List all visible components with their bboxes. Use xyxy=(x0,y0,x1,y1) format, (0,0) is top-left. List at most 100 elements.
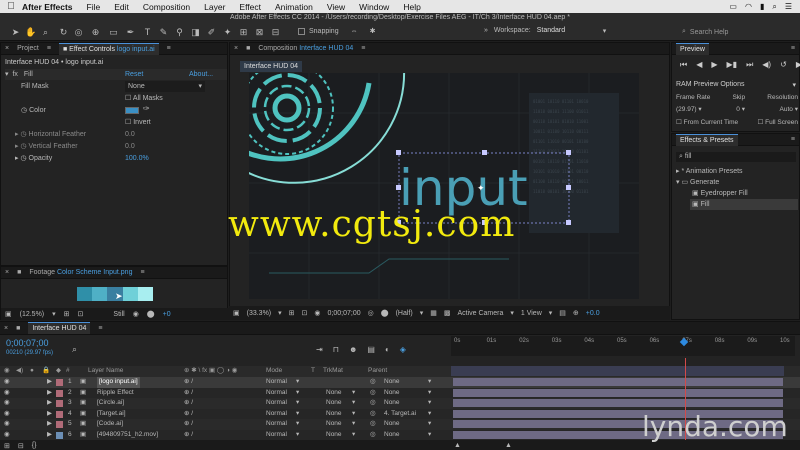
all-masks-checkbox[interactable]: ☐ All Masks xyxy=(125,93,163,104)
chevron-down-icon[interactable]: ▾ xyxy=(278,309,282,317)
expand-layer-icon[interactable]: ▶ xyxy=(47,419,52,430)
shy-icon[interactable]: ☻ xyxy=(349,345,357,354)
fit-icon[interactable]: ⊡ xyxy=(302,309,308,317)
visibility-eye-icon[interactable]: ◉ xyxy=(4,377,10,388)
camera-tool-icon[interactable]: ◎ xyxy=(73,27,84,38)
viewer-icon[interactable]: ▣ xyxy=(233,309,240,317)
time-ruler[interactable]: 0s01s02s03s04s05s06s07s08s09s10s xyxy=(451,336,795,356)
layer-duration-bar[interactable] xyxy=(453,399,783,407)
resolution-select[interactable]: Auto ▾ xyxy=(780,105,798,113)
pickwhip-icon[interactable]: ◎ xyxy=(370,419,376,430)
workspace-toggle-icon[interactable]: » xyxy=(484,27,488,35)
motion-blur-icon[interactable]: ◐ xyxy=(385,345,390,354)
close-icon[interactable]: × xyxy=(5,45,9,52)
eyedropper-icon[interactable]: ✑ xyxy=(143,104,150,113)
menu-animation[interactable]: Animation xyxy=(275,2,313,12)
layer-mode-select[interactable]: Normal xyxy=(266,430,287,441)
comp-flowchart-tab[interactable]: Interface HUD 04 xyxy=(240,61,303,72)
toggle-switches-icon[interactable]: ⊞ xyxy=(4,442,10,450)
animation-presets-folder[interactable]: ▸ * Animation Presets xyxy=(676,166,743,177)
chevron-down-icon-3[interactable]: ▾ xyxy=(510,309,514,317)
roto-brush-tool-icon[interactable]: ✐ xyxy=(206,27,217,38)
comp-mini-flowchart-icon[interactable]: ⇥ xyxy=(316,345,323,354)
menu-help[interactable]: Help xyxy=(403,2,420,12)
layer-mode-select[interactable]: Normal xyxy=(266,377,287,388)
panel-menu-icon[interactable]: ≡ xyxy=(791,136,799,143)
frame-blending-icon[interactable]: ▤ xyxy=(367,345,375,354)
brush-tool-icon[interactable]: ✎ xyxy=(158,27,169,38)
generate-folder[interactable]: ▾ ▭ Generate xyxy=(676,177,719,188)
comp-view-layout[interactable]: 1 View xyxy=(521,310,542,317)
region-icon[interactable]: ▦ xyxy=(430,309,437,317)
layer-name[interactable]: [Code.ai] xyxy=(97,419,123,430)
toggle-modes-icon[interactable]: ⊟ xyxy=(18,442,24,450)
local-axis-icon[interactable]: ⊞ xyxy=(238,27,249,38)
layer-switches[interactable]: ⊕ / xyxy=(184,430,193,441)
layer-mode-select[interactable]: Normal xyxy=(266,398,287,409)
vertical-feather-property[interactable]: ▸ ◷ Vertical Feather xyxy=(15,141,78,152)
channel-icon[interactable]: ⬤ xyxy=(381,309,389,317)
graph-editor-icon[interactable]: ◈ xyxy=(400,345,406,354)
chevron-down-icon[interactable]: ▾ xyxy=(428,409,431,420)
comp-timecode[interactable]: 0;00;07;00 xyxy=(328,310,361,317)
label-color-swatch[interactable] xyxy=(56,431,63,439)
chevron-down-icon[interactable]: ▾ xyxy=(352,409,355,420)
wifi-icon[interactable]: ◠ xyxy=(745,2,752,12)
panel-menu-icon[interactable]: ≡ xyxy=(47,45,51,52)
toggle-inout-icon[interactable]: {} xyxy=(32,442,37,449)
layer-mode-select[interactable]: Normal xyxy=(266,388,287,399)
horizontal-feather-property[interactable]: ▸ ◷ Horizontal Feather xyxy=(15,129,86,140)
expand-layer-icon[interactable]: ▶ xyxy=(47,430,52,441)
airplay-icon[interactable]: ▭ xyxy=(729,2,737,12)
app-menu[interactable]: After Effects xyxy=(22,2,73,12)
layer-parent-select[interactable]: None xyxy=(384,388,400,399)
pickwhip-icon[interactable]: ◎ xyxy=(370,398,376,409)
chevron-down-icon[interactable]: ▾ xyxy=(428,398,431,409)
layer-name[interactable]: [Circle.ai] xyxy=(97,398,124,409)
puppet-tool-icon[interactable]: ✦ xyxy=(222,27,233,38)
eraser-tool-icon[interactable]: ◨ xyxy=(190,27,201,38)
snapping-options-icon[interactable]: ⇔ xyxy=(351,28,358,35)
notifications-icon[interactable]: ☰ xyxy=(785,2,792,12)
tab-effects-presets[interactable]: Effects & Presets xyxy=(676,133,738,146)
reset-link[interactable]: Reset xyxy=(125,69,143,80)
zoom-tool-icon[interactable]: ⌕ xyxy=(40,27,51,38)
menu-file[interactable]: File xyxy=(87,2,101,12)
visibility-eye-icon[interactable]: ◉ xyxy=(4,430,10,441)
rotate-tool-icon[interactable]: ↻ xyxy=(58,27,69,38)
chevron-down-icon[interactable]: ▾ xyxy=(428,419,431,430)
layer-row[interactable]: ◉ ▶ 3 ▣ [Circle.ai] ⊕ / Normal ▾ None ▾ ◎ None ▾ xyxy=(0,398,800,409)
fx-badge[interactable]: fx xyxy=(12,71,17,78)
exposure-offset[interactable]: +0 xyxy=(163,311,171,318)
layer-parent-select[interactable]: None xyxy=(384,398,400,409)
layer-trkmat-select[interactable]: None xyxy=(326,430,342,441)
layer-row[interactable]: ◉ ▶ 2 ▣ Ripple Effect ⊕ / Normal ▾ None ▾ ◎ None ▾ xyxy=(0,387,800,399)
eyedropper-fill-item[interactable]: ▣ Eyedropper Fill xyxy=(692,188,748,199)
composition-viewer[interactable]: 01001 10110 01101 10010 11010 00101 11100… xyxy=(249,73,639,299)
layer-parent-select[interactable]: 4. Target.ai xyxy=(384,409,416,420)
label-color-swatch[interactable] xyxy=(56,421,63,428)
audio-icon[interactable]: ◀) xyxy=(762,60,771,70)
layer-switches[interactable]: ⊕ / xyxy=(184,409,193,420)
snapping-star-icon[interactable]: ✱ xyxy=(370,27,376,35)
next-frame-icon[interactable]: ▶▮ xyxy=(727,60,738,70)
layer-mode-select[interactable]: Normal xyxy=(266,419,287,430)
chevron-down-icon[interactable]: ▾ xyxy=(296,409,299,420)
expand-layer-icon[interactable]: ▶ xyxy=(47,398,52,409)
chevron-down-icon[interactable]: ▾ xyxy=(296,430,299,441)
chevron-down-icon[interactable]: ▾ xyxy=(428,430,431,441)
view-axis-icon[interactable]: ⊟ xyxy=(270,27,281,38)
workspace-select[interactable]: Standard xyxy=(537,27,597,35)
tab-project[interactable]: Project xyxy=(17,45,39,52)
chevron-down-icon[interactable]: ▾ xyxy=(296,398,299,409)
draft-3d-icon[interactable]: ⊓ xyxy=(333,345,339,354)
layer-duration-bar[interactable] xyxy=(453,378,783,386)
tab-footage[interactable]: Footage Color Scheme Input.png xyxy=(29,269,132,276)
label-color-swatch[interactable] xyxy=(56,400,63,407)
spotlight-icon[interactable]: ⌕ xyxy=(772,2,776,12)
search-help-field[interactable]: ⌕ Search Help xyxy=(682,26,792,38)
layer-switches[interactable]: ⊕ / xyxy=(184,398,193,409)
zoom-in-icon[interactable]: ▲ xyxy=(505,442,512,449)
pen-tool-icon[interactable]: ✒ xyxy=(125,27,136,38)
world-axis-icon[interactable]: ⊠ xyxy=(254,27,265,38)
